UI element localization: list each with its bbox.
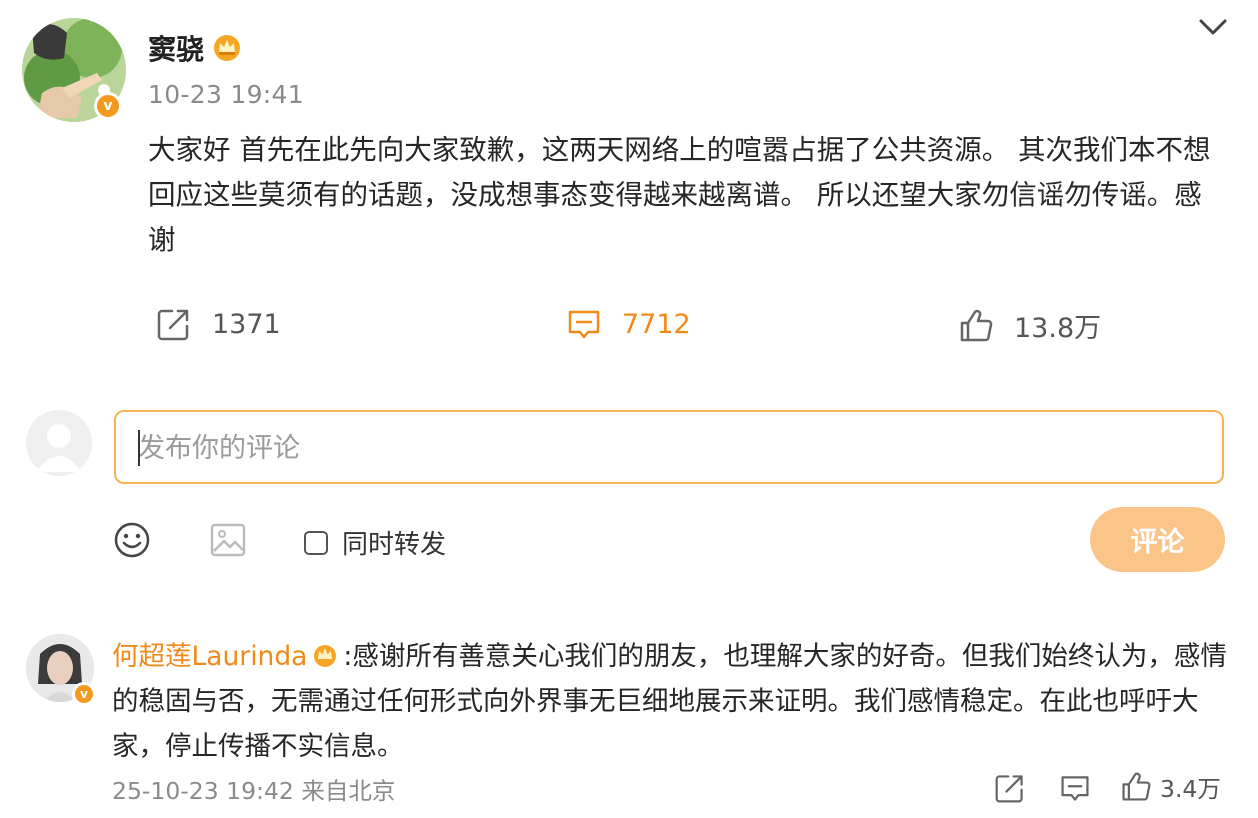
- image-icon[interactable]: [208, 520, 248, 560]
- reply-username[interactable]: 何超莲Laurinda: [112, 641, 307, 672]
- repost-count: 1371: [212, 308, 281, 340]
- submit-comment-button[interactable]: 评论: [1090, 507, 1225, 572]
- reply-repost-icon[interactable]: [994, 772, 1026, 804]
- like-button[interactable]: 13.8万: [958, 306, 1101, 345]
- repost-checkbox[interactable]: 同时转发: [304, 524, 446, 561]
- reply-verified-icon: v: [72, 682, 96, 706]
- post-timestamp: 10-23 19:41: [148, 80, 304, 109]
- comment-button[interactable]: 7712: [566, 306, 691, 342]
- reply-comment-icon[interactable]: [1058, 772, 1092, 804]
- reply-like-count: 3.4万: [1160, 775, 1221, 803]
- crown-badge-icon: [311, 637, 339, 667]
- like-count: 13.8万: [1014, 313, 1102, 344]
- like-icon: [1122, 772, 1151, 801]
- text-caret: [138, 430, 140, 466]
- like-icon: [960, 309, 993, 341]
- comment-icon: [568, 310, 600, 339]
- crown-badge-icon: [212, 32, 242, 62]
- reply-like-button[interactable]: 3.4万: [1120, 770, 1221, 804]
- comment-input[interactable]: [136, 424, 1200, 472]
- verified-icon: v: [94, 92, 122, 120]
- comment-input-box[interactable]: [114, 410, 1224, 484]
- reply-body: 何超莲Laurinda:感谢所有善意关心我们的朋友，也理解大家的好奇。但我们始终…: [112, 634, 1230, 769]
- current-user-avatar: [26, 410, 92, 476]
- comment-count: 7712: [622, 308, 691, 340]
- repost-button[interactable]: 1371: [156, 306, 281, 342]
- checkbox-icon[interactable]: [304, 530, 328, 555]
- post-body: 大家好 首先在此先向大家致歉，这两天网络上的喧嚣占据了公共资源。 其次我们本不想…: [148, 134, 1211, 256]
- repost-icon: [157, 309, 189, 341]
- author-name[interactable]: 窦骁: [148, 28, 204, 68]
- repost-checkbox-label: 同时转发: [342, 530, 447, 560]
- reply-timestamp: 25-10-23 19:42 来自北京: [112, 777, 396, 805]
- chevron-down-icon[interactable]: [1196, 14, 1230, 40]
- emoji-icon[interactable]: [112, 520, 152, 560]
